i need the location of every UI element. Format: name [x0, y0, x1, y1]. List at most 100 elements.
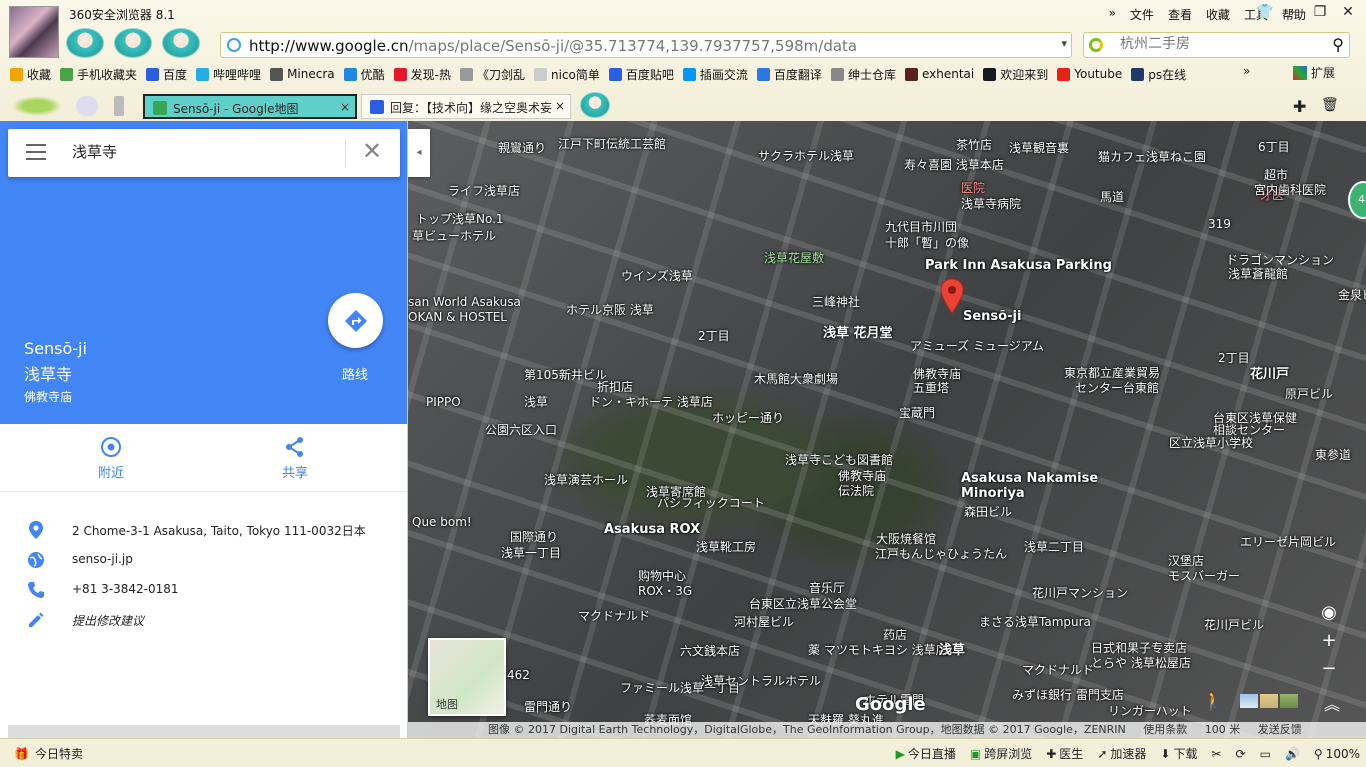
pegman-icon[interactable]: 🚶 — [1202, 691, 1224, 712]
map-label[interactable]: ROX・3G — [638, 582, 692, 599]
expand-chevron-icon[interactable]: ︽ — [1324, 691, 1340, 715]
turtle-mascot-icon[interactable] — [12, 96, 62, 116]
map-label[interactable]: 浅草靴工房 — [696, 538, 756, 555]
my-location-icon[interactable]: ◉ — [1314, 599, 1344, 627]
map-label[interactable]: 2丁目 — [1218, 349, 1250, 366]
browser-search-input[interactable] — [1120, 36, 1320, 52]
map-label[interactable]: 五重塔 — [913, 379, 949, 396]
map-label[interactable]: Park Inn Asakusa Parking — [925, 258, 1112, 273]
map-label[interactable]: 浅草花屋敷 — [764, 249, 824, 266]
bookmark-item[interactable]: 哔哩哔哩 — [196, 64, 261, 84]
bookmark-item[interactable]: 手机收藏夹 — [60, 64, 137, 84]
browser-search-box[interactable]: ⚲ — [1083, 32, 1350, 58]
map-label[interactable]: 九代目市川団 — [885, 218, 957, 235]
map-label[interactable]: 原戸ビル — [1285, 385, 1333, 402]
map-label[interactable]: 花川戸ビル — [1204, 616, 1264, 633]
map-label[interactable]: 木馬館大衆劇場 — [754, 370, 838, 387]
map-label[interactable]: 浅草演芸ホール — [544, 471, 628, 488]
map-label[interactable]: 伝法院 — [838, 482, 874, 499]
site-security-icon[interactable] — [227, 38, 241, 52]
map-label[interactable]: Asakusa Nakamise — [961, 471, 1098, 486]
bookmark-item[interactable]: nico简单 — [534, 64, 600, 84]
map-label[interactable]: PIPPO — [426, 395, 461, 409]
zoom-level-badge[interactable]: 48 — [1348, 181, 1366, 219]
map-label[interactable]: Minoriya — [961, 486, 1025, 501]
bookmark-item[interactable]: 百度翻译 — [756, 64, 822, 84]
address-row[interactable]: 2 Chome-3-1 Asakusa, Taito, Tokyo 111-00… — [0, 518, 407, 542]
imagery-thumb-icon[interactable] — [1240, 694, 1258, 708]
map-label[interactable]: 雷門通り — [524, 698, 572, 715]
maps-search-input[interactable] — [72, 142, 332, 160]
doctor-button[interactable]: ✚ 医生 — [1046, 745, 1083, 762]
map-label[interactable]: 6丁目 — [1258, 138, 1290, 155]
map-label[interactable]: 音乐厅 — [809, 579, 845, 596]
menu-expand-icon[interactable]: » — [1109, 6, 1116, 23]
map-label[interactable]: 寿々喜園 浅草本店 — [904, 156, 1004, 173]
map-label[interactable]: 319 — [1208, 217, 1231, 231]
nearby-button[interactable]: 附近 — [71, 436, 151, 481]
map-label[interactable]: 浅草セントラルホテル — [701, 672, 821, 689]
map-label[interactable]: まさる浅草Tampura — [979, 613, 1091, 630]
map-label[interactable]: 浅草寺こども図書館 — [785, 451, 893, 468]
map-label[interactable]: 金泉ビル — [1338, 286, 1366, 303]
bookmark-item[interactable]: 百度 — [146, 64, 187, 84]
map-label[interactable]: 馬道 — [1100, 188, 1124, 205]
zoom-out-button[interactable]: − — [1314, 655, 1344, 683]
map-label[interactable]: みずほ銀行 雷門支店 — [1012, 686, 1124, 703]
map-label[interactable]: ホテル京阪 浅草 — [566, 301, 654, 318]
url-dropdown-icon[interactable]: ▾ — [1061, 37, 1067, 50]
map-label[interactable]: 浅草 — [939, 639, 965, 658]
satellite-map[interactable]: ◂ 親鸞通り 江戸下町伝統工芸館 サクラホテル浅草 茶竹店 浅草観音裏 寿々喜園 浅草本店… — [408, 121, 1366, 738]
map-label[interactable]: センター台東館 — [1075, 379, 1159, 396]
bookmark-item[interactable]: 绅士仓库 — [830, 64, 896, 84]
zoom-in-button[interactable]: + — [1314, 627, 1344, 655]
map-label[interactable]: 三峰神社 — [812, 293, 860, 310]
map-label[interactable]: 台東区立浅草公会堂 — [749, 595, 857, 612]
map-label[interactable]: 第105新井ビル — [524, 366, 607, 383]
zoom-control[interactable]: ⚲ 100% — [1314, 747, 1360, 761]
map-label[interactable]: 2丁目 — [698, 327, 730, 344]
gift-icon[interactable]: 🎁 — [14, 747, 29, 761]
map-label[interactable]: ドン・キホーテ 浅草店 — [589, 393, 713, 410]
clear-search-icon[interactable]: ✕ — [362, 137, 382, 165]
collapse-panel-button[interactable]: ◂ — [408, 129, 430, 177]
map-label[interactable]: 医院 — [961, 179, 985, 196]
menu-icon[interactable] — [26, 144, 46, 160]
url-field[interactable]: http://www.google.cn/maps/place/Sensō-ji… — [249, 37, 1029, 55]
imagery-thumb-icon[interactable] — [1280, 694, 1298, 708]
map-label[interactable]: マクドナルド — [578, 607, 650, 624]
map-label[interactable]: 宝蔵門 — [899, 404, 935, 421]
bookmark-item[interactable]: exhentai — [904, 64, 974, 84]
screenshot-icon[interactable]: ✂ — [1211, 747, 1221, 761]
selected-place-marker[interactable] — [940, 278, 964, 317]
bookmark-item[interactable]: 优酷 — [343, 64, 385, 84]
search-engine-icon[interactable] — [1089, 38, 1103, 52]
bookmarks-more-button[interactable]: » — [1243, 64, 1250, 78]
map-label[interactable]: 区立浅草小学校 — [1169, 434, 1253, 451]
map-label[interactable]: 十郎「暫」の像 — [885, 234, 969, 251]
address-bar[interactable]: http://www.google.cn/maps/place/Sensō-ji… — [220, 32, 1072, 58]
download-button[interactable]: ⬇ 下载 — [1160, 745, 1197, 762]
cloud-icon[interactable] — [76, 96, 98, 116]
imagery-thumb-icon[interactable] — [1260, 694, 1278, 708]
map-label[interactable]: ライフ — [448, 182, 484, 199]
bookmark-item[interactable]: ps在线 — [1131, 64, 1186, 84]
tab-close-icon[interactable]: × — [555, 99, 565, 113]
map-label[interactable]: モスバーガー — [1168, 567, 1240, 584]
map-label[interactable]: 浅草蒼龍館 — [1228, 265, 1288, 282]
panel-scrollbar[interactable] — [8, 725, 400, 738]
tab-google-maps[interactable]: Sensō-ji - Google地图 × — [143, 94, 357, 119]
search-icon[interactable]: ⚲ — [1332, 35, 1344, 54]
map-label[interactable]: 東参道 — [1315, 446, 1351, 463]
map-label[interactable]: 国際通り — [510, 528, 558, 545]
map-label[interactable]: 森田ビル — [964, 503, 1012, 520]
map-label[interactable]: 浅草 花月堂 — [823, 322, 893, 341]
tab-tieba-reply[interactable]: 回复：【技术向】缘之空奥术妄 × — [361, 94, 571, 119]
map-label[interactable]: マクドナルド — [1022, 661, 1094, 678]
map-label[interactable]: 浅草 — [524, 393, 548, 410]
imagery-thumbnails[interactable] — [1240, 694, 1298, 708]
map-label[interactable]: 江戸もんじゃひょうたん — [875, 545, 1007, 562]
website-link[interactable]: senso-ji.jp — [72, 552, 133, 566]
bookmark-item[interactable]: 发现-热 — [393, 64, 451, 84]
menu-item-file[interactable]: 文件 — [1130, 6, 1154, 23]
